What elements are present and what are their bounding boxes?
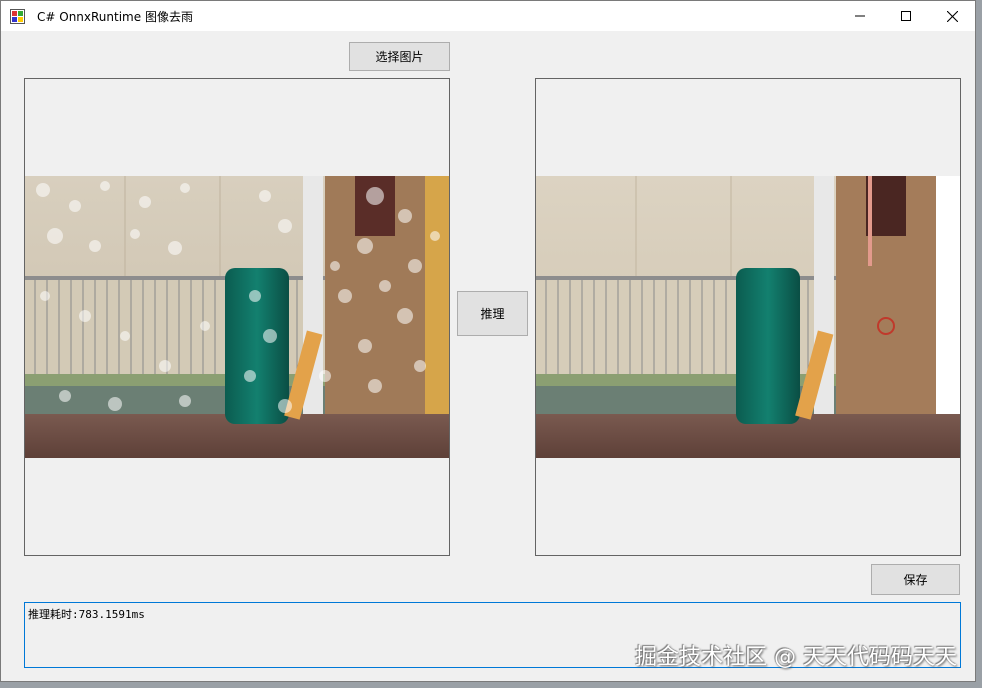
rainy-scene-image: [25, 176, 449, 458]
output-image-box[interactable]: [535, 78, 961, 556]
title-bar[interactable]: C# OnnxRuntime 图像去雨: [1, 1, 975, 31]
derained-scene-image: [536, 176, 960, 458]
app-icon: [10, 9, 25, 24]
watermark: 掘金技术社区 @ 天天代码码天天: [635, 645, 957, 670]
main-window: C# OnnxRuntime 图像去雨 选择图片 推理 保存 推理耗时:783.…: [0, 0, 976, 682]
input-image-box[interactable]: [24, 78, 450, 556]
save-button[interactable]: 保存: [871, 564, 960, 595]
close-button[interactable]: [929, 1, 975, 31]
maximize-icon: [901, 11, 911, 21]
maximize-button[interactable]: [883, 1, 929, 31]
select-image-button[interactable]: 选择图片: [349, 42, 450, 71]
minimize-icon: [855, 15, 865, 17]
infer-button[interactable]: 推理: [457, 291, 528, 336]
inference-time-text: 推理耗时:783.1591ms: [28, 608, 145, 621]
window-title: C# OnnxRuntime 图像去雨: [37, 10, 193, 24]
close-icon: [946, 10, 958, 22]
minimize-button[interactable]: [837, 1, 883, 31]
